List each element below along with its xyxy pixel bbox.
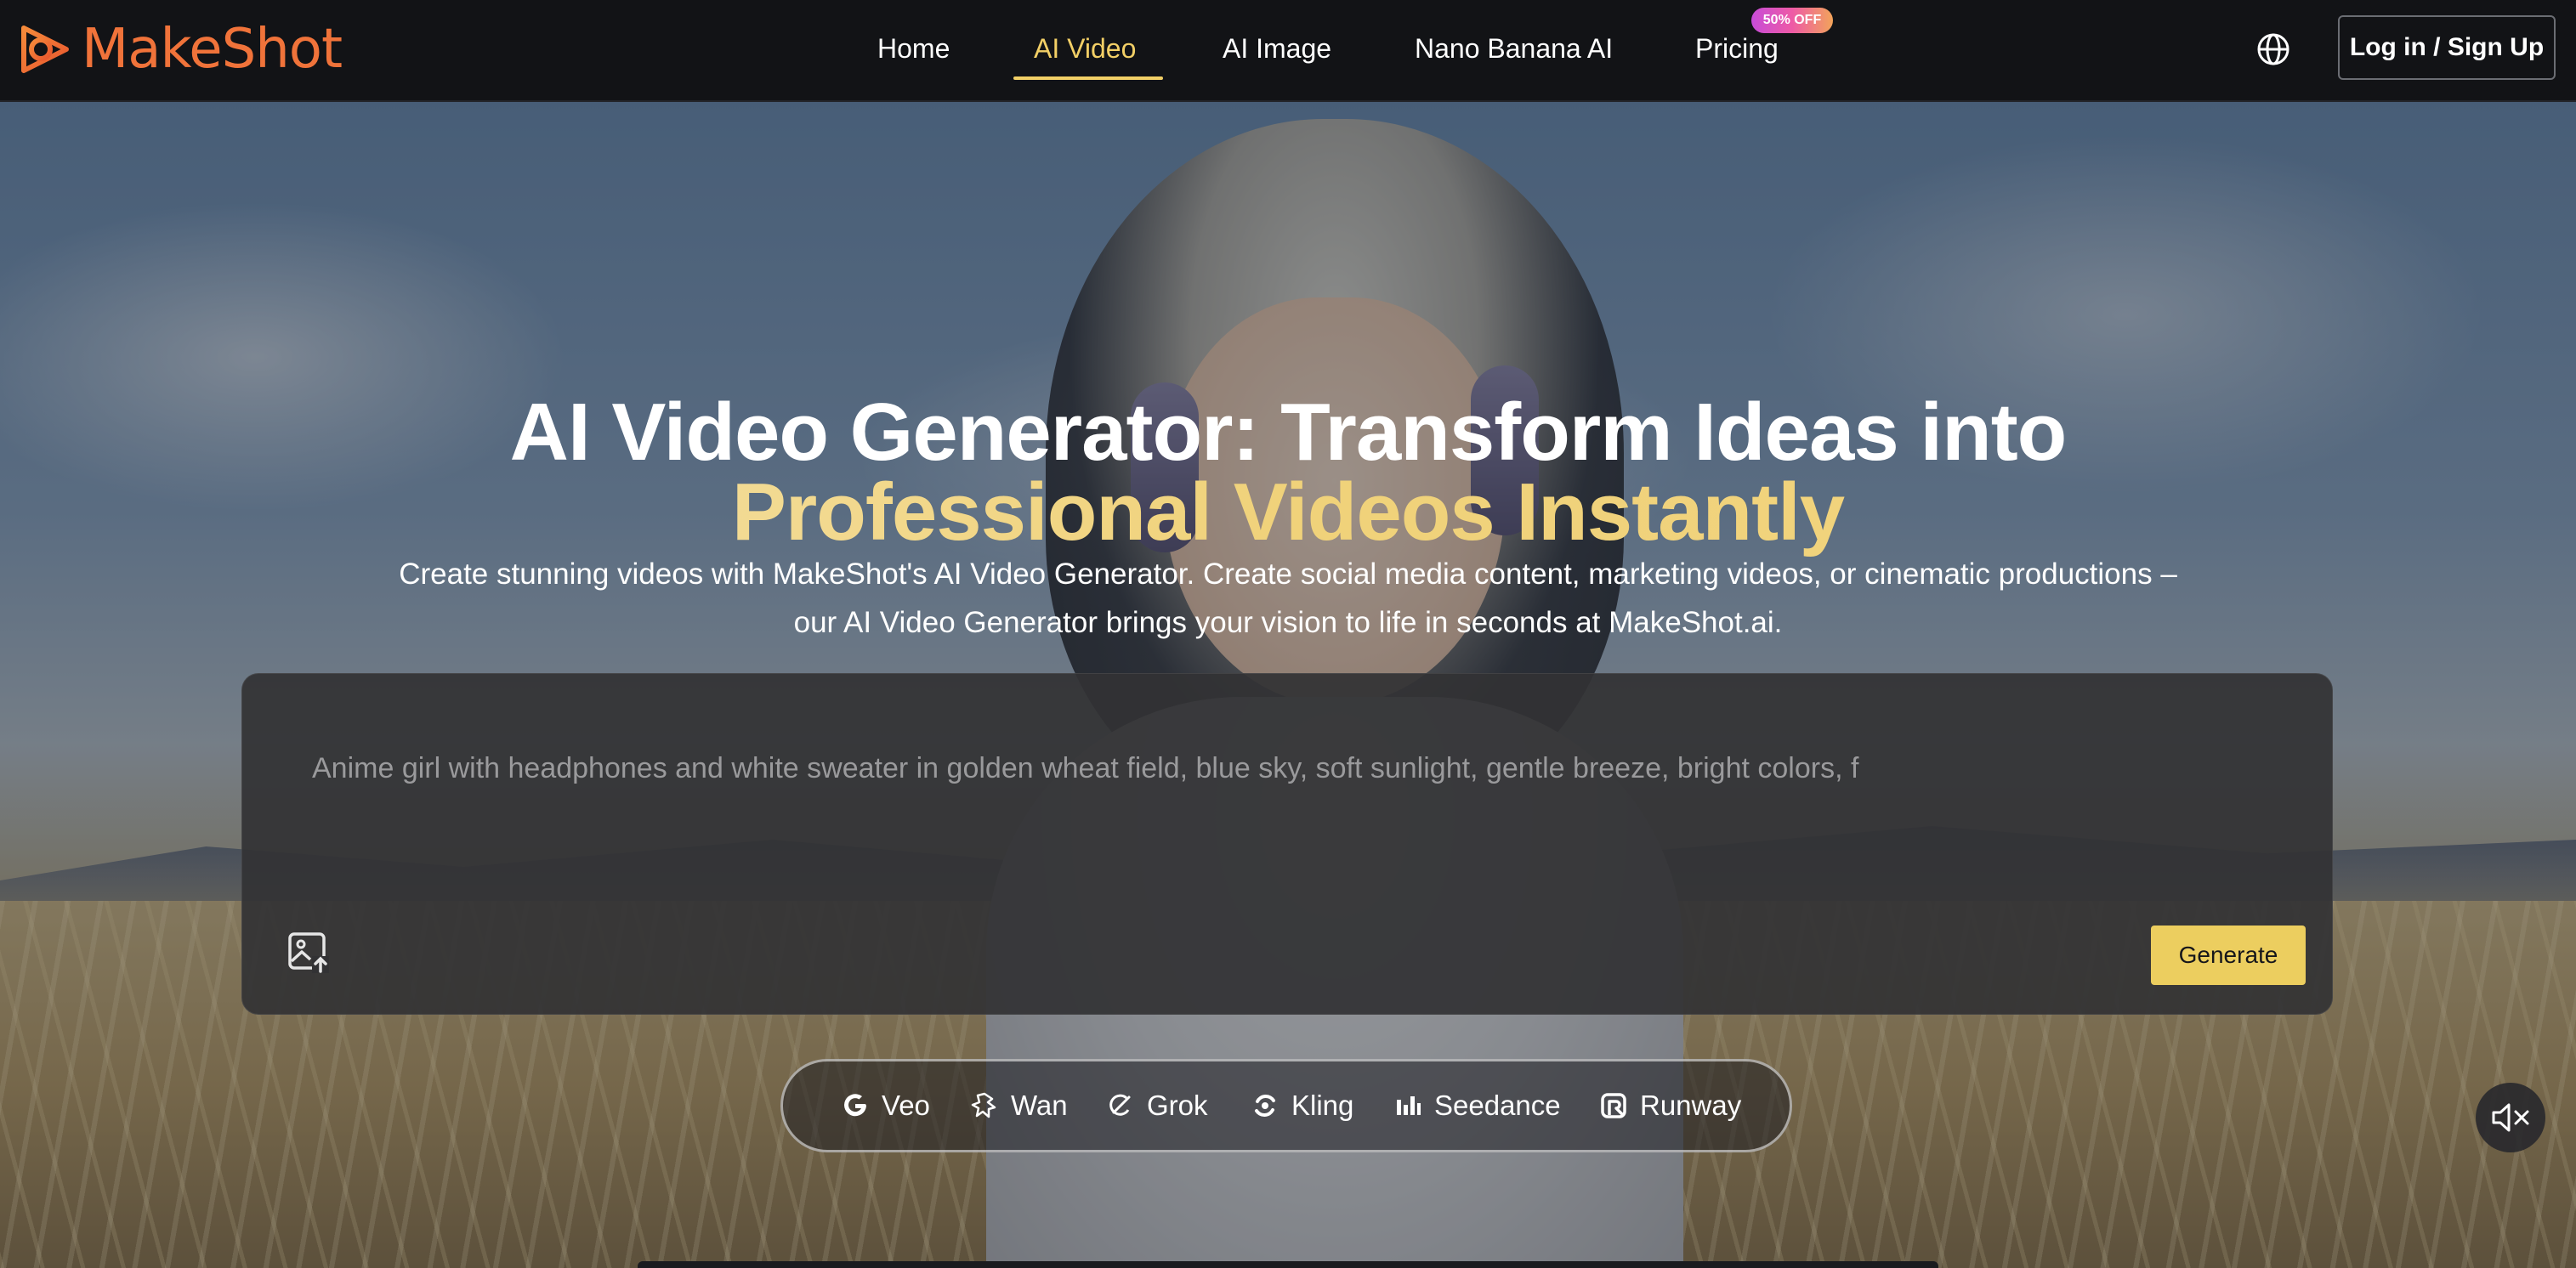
model-label: Grok [1147, 1090, 1208, 1121]
google-icon [844, 1094, 866, 1117]
image-upload-button[interactable] [285, 929, 332, 976]
top-nav: MakeShot Home AI Video AI Image Nano Ban… [0, 0, 2576, 102]
nav-ai-image[interactable]: AI Image [1223, 0, 1331, 97]
model-grok[interactable]: Grok [1106, 1061, 1208, 1150]
prompt-panel: Generate [241, 673, 2333, 1015]
runway-icon [1601, 1093, 1626, 1118]
active-tab-indicator [1013, 76, 1163, 80]
model-label: Veo [882, 1090, 930, 1121]
model-label: Runway [1640, 1090, 1742, 1121]
seedance-icon [1397, 1096, 1421, 1115]
hero-title-line2: Professional Videos Instantly [0, 466, 2576, 559]
hero-subtitle: Create stunning videos with MakeShot's A… [289, 550, 2287, 647]
model-label: Kling [1291, 1090, 1354, 1121]
brand-logo[interactable]: MakeShot [19, 17, 343, 82]
model-label: Seedance [1434, 1090, 1561, 1121]
next-section-edge [638, 1261, 1938, 1268]
nav-ai-video[interactable]: AI Video [1034, 0, 1136, 97]
image-upload-icon [288, 932, 329, 973]
model-veo[interactable]: Veo [841, 1061, 930, 1150]
model-selector: Veo Wan Grok Kling Seedance Runway [780, 1059, 1792, 1152]
language-globe-icon[interactable] [2255, 31, 2292, 68]
nav-home[interactable]: Home [877, 0, 950, 97]
grok-icon [1109, 1094, 1131, 1116]
mute-toggle-button[interactable] [2476, 1083, 2545, 1152]
model-seedance[interactable]: Seedance [1393, 1061, 1561, 1150]
logo-play-icon [21, 25, 69, 73]
model-label: Wan [1011, 1090, 1068, 1121]
nav-nano-banana[interactable]: Nano Banana AI [1415, 0, 1613, 97]
hero-subtitle-line1: Create stunning videos with MakeShot's A… [399, 558, 2177, 591]
model-wan[interactable]: Wan [970, 1061, 1068, 1150]
hero-subtitle-line2: our AI Video Generator brings your visio… [793, 606, 1783, 639]
login-signup-button[interactable]: Log in / Sign Up [2338, 15, 2556, 80]
kling-icon [1255, 1095, 1275, 1117]
prompt-input[interactable] [310, 733, 2269, 803]
discount-badge: 50% OFF [1751, 8, 1833, 33]
model-runway[interactable]: Runway [1599, 1061, 1741, 1150]
brand-name: MakeShot [82, 18, 343, 81]
wan-icon [971, 1092, 996, 1118]
generate-button[interactable]: Generate [2151, 926, 2306, 985]
model-kling[interactable]: Kling [1251, 1061, 1353, 1150]
speaker-muted-icon [2492, 1103, 2529, 1132]
